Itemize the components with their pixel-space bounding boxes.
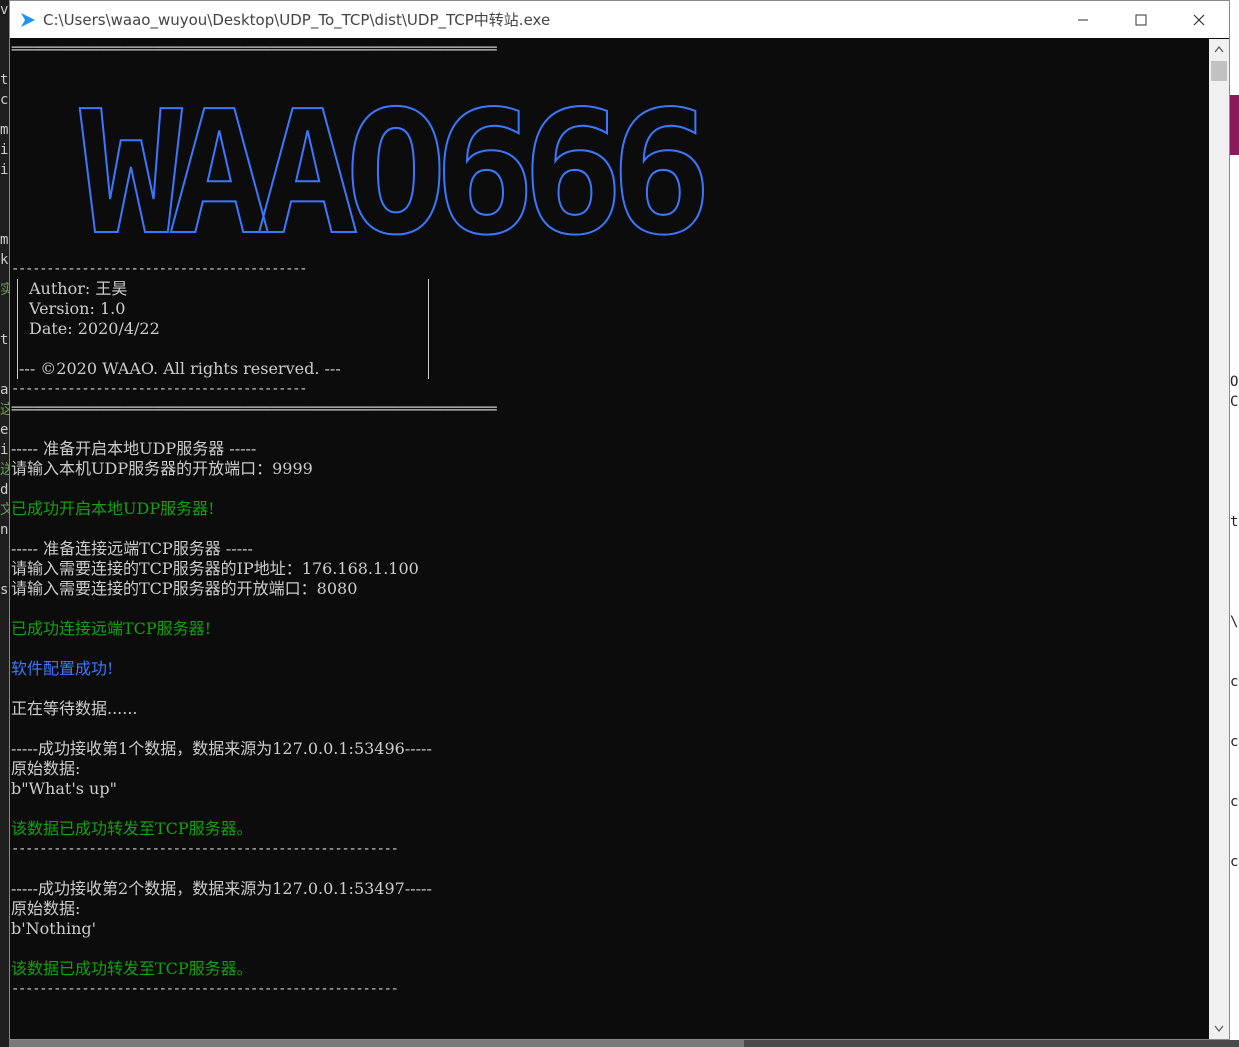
message-separator-rule: ----------------------------------------… [11, 981, 399, 997]
background-text-fragment: 实 [0, 282, 9, 298]
raw-data-value: b"What's up" [11, 779, 117, 798]
background-text-fragment: d [0, 482, 9, 498]
background-text-fragment: i [0, 142, 9, 158]
maximize-button[interactable] [1112, 1, 1170, 38]
scroll-up-button[interactable] [1209, 39, 1229, 59]
tcp-ip-prompt: 请输入需要连接的TCP服务器的IP地址：176.168.1.100 [11, 559, 419, 578]
message-header: -----成功接收第1个数据，数据来源为127.0.0.1:53496----- [11, 739, 432, 758]
message-separator-rule: ----------------------------------------… [11, 841, 399, 857]
window-title: C:\Users\waao_wuyou\Desktop\UDP_To_TCP\d… [43, 11, 551, 29]
background-text-fragment: m [0, 122, 9, 138]
close-button[interactable] [1170, 1, 1228, 38]
banner-text: WAAO666 [80, 75, 704, 250]
info-box-top-rule: ----------------------------------------… [11, 261, 308, 277]
background-text-fragment [0, 560, 9, 580]
maximize-icon [1135, 14, 1147, 25]
background-text-fragment: C [1230, 394, 1239, 410]
background-text-fragment [0, 350, 9, 370]
separator-rule: ========================================… [11, 401, 497, 417]
background-window-right: O Ct \ c c c c [1230, 0, 1239, 1047]
background-magenta-block [1230, 95, 1239, 155]
background-text-fragment: t [0, 72, 9, 88]
udp-section-header: ----- 准备开启本地UDP服务器 ----- [11, 439, 257, 458]
tcp-section-header: ----- 准备连接远端TCP服务器 ----- [11, 539, 253, 558]
minimize-button[interactable] [1054, 1, 1112, 38]
background-text-fragment: v [0, 2, 9, 18]
background-text-fragment [0, 210, 9, 230]
background-text-fragment: a [0, 382, 9, 398]
separator-rule: ========================================… [11, 41, 497, 57]
config-success-message: 软件配置成功! [11, 659, 114, 678]
scroll-thumb[interactable] [1211, 61, 1227, 81]
background-text-fragment: O [1230, 374, 1239, 390]
chevron-down-icon [1214, 1025, 1224, 1032]
background-text-fragment: 文 [0, 502, 9, 518]
tcp-success-message: 已成功连接远端TCP服务器! [11, 619, 212, 638]
background-text-fragment: t [1230, 514, 1239, 530]
version-line: Version: 1.0 [29, 299, 126, 318]
background-text-fragment: \ [1230, 614, 1239, 630]
scroll-down-button[interactable] [1209, 1019, 1229, 1039]
background-text-fragment: c [1230, 734, 1239, 750]
raw-data-label: 原始数据: [11, 759, 81, 778]
background-text-fragment: t [0, 332, 9, 348]
background-text-fragment: 这 [0, 402, 9, 418]
background-text-fragment: c [1230, 794, 1239, 810]
tcp-port-prompt: 请输入需要连接的TCP服务器的开放端口：8080 [11, 579, 358, 598]
date-line: Date: 2020/4/22 [29, 319, 160, 338]
background-text-fragment: k [0, 252, 9, 268]
forward-success-message: 该数据已成功转发至TCP服务器。 [11, 959, 253, 978]
console-app-icon [19, 11, 37, 29]
background-text-fragment: m [0, 232, 9, 248]
background-taskbar-strip [744, 1040, 1239, 1047]
chevron-up-icon [1214, 46, 1224, 53]
background-text-fragment: c [0, 92, 9, 108]
background-text-fragment: c [1230, 674, 1239, 690]
author-line: Author: 王昊 [29, 279, 128, 298]
message-header: -----成功接收第2个数据，数据来源为127.0.0.1:53497----- [11, 879, 432, 898]
console-window[interactable]: C:\Users\waao_wuyou\Desktop\UDP_To_TCP\d… [9, 0, 1230, 1040]
background-text-fragment: i [0, 442, 9, 458]
minimize-icon [1078, 19, 1088, 20]
udp-success-message: 已成功开启本地UDP服务器! [11, 499, 215, 518]
raw-data-value: b'Nothing' [11, 919, 97, 938]
background-text-fragment: c [1230, 854, 1239, 870]
copyright-line: --- ©2020 WAAO. All rights reserved. --- [19, 359, 341, 378]
info-box-bottom-rule: ----------------------------------------… [11, 381, 308, 397]
title-bar[interactable]: C:\Users\waao_wuyou\Desktop\UDP_To_TCP\d… [10, 1, 1229, 38]
background-text-fragment: n [0, 522, 9, 538]
info-box: Author: 王昊 Version: 1.0 Date: 2020/4/22 … [17, 279, 429, 379]
forward-success-message: 该数据已成功转发至TCP服务器。 [11, 819, 253, 838]
background-text-fragment: 送 [0, 462, 9, 478]
background-text-fragment: e [0, 422, 9, 438]
background-text-fragment: s [0, 582, 9, 598]
vertical-scrollbar[interactable] [1209, 39, 1229, 1039]
background-window-left: vtcmiimk实ta这ei送d文ns [0, 0, 9, 1047]
ascii-banner: WAAO666 [79, 74, 719, 250]
background-text-fragment: i [0, 162, 9, 178]
waiting-message: 正在等待数据...... [11, 699, 138, 718]
console-output[interactable]: ========================================… [10, 39, 1209, 1039]
raw-data-label: 原始数据: [11, 899, 81, 918]
udp-port-prompt: 请输入本机UDP服务器的开放端口：9999 [11, 459, 313, 478]
close-icon [1193, 14, 1205, 25]
